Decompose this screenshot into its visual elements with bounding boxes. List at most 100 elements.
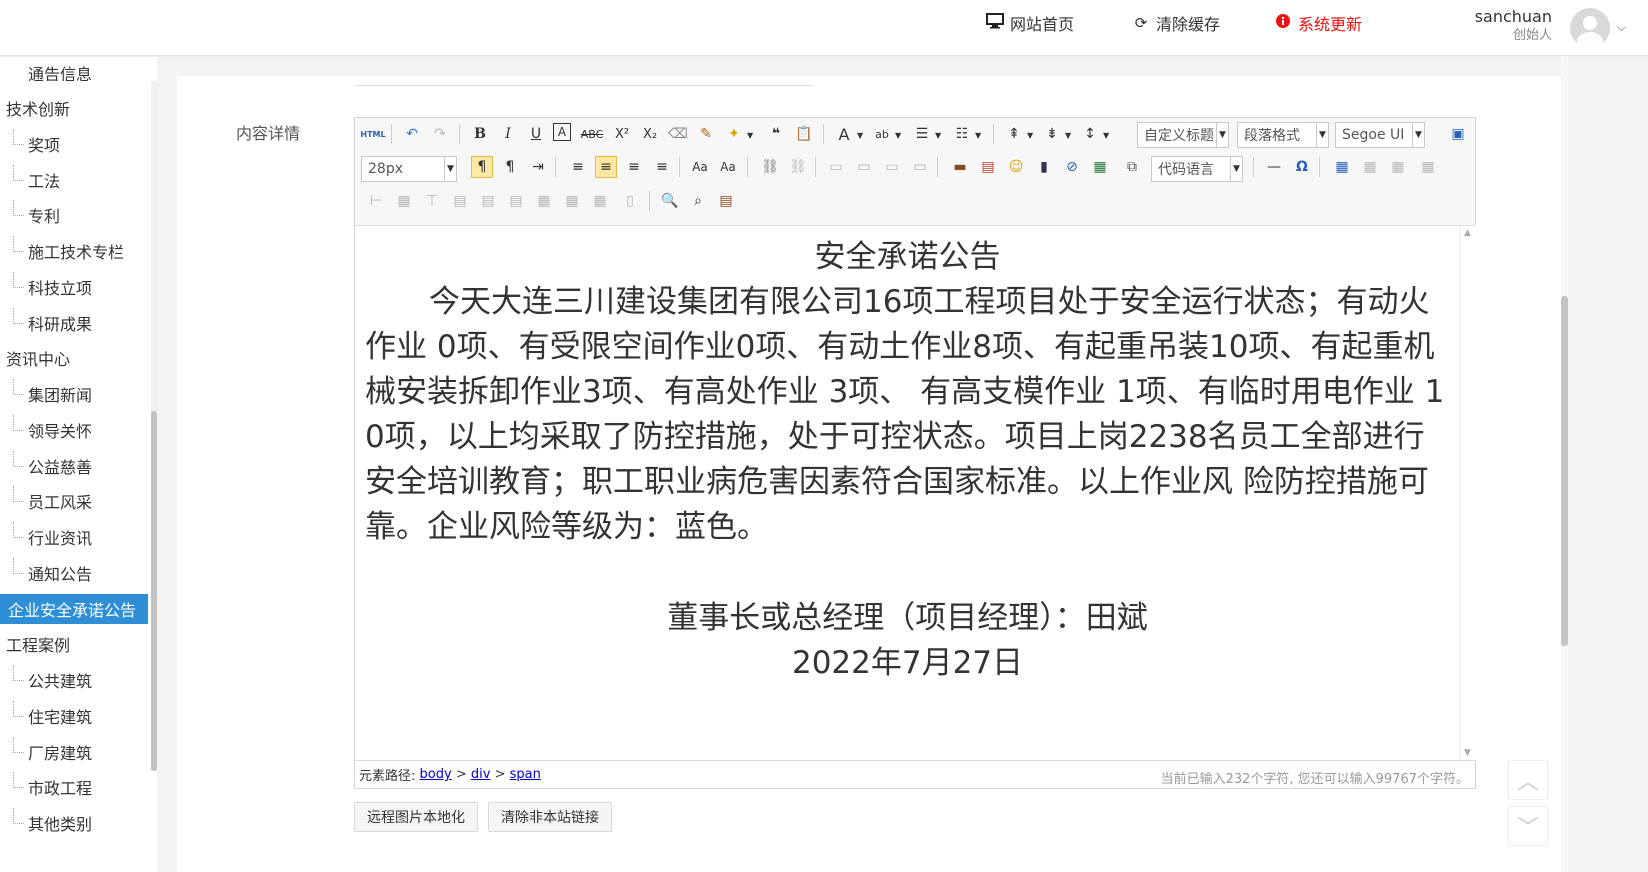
sidebar-item[interactable]: 工法 <box>0 164 148 195</box>
blockquote-icon[interactable]: ❝ <box>765 123 787 145</box>
video-icon[interactable]: ▮ <box>1033 156 1055 178</box>
rtl-direction-icon[interactable]: ¶ <box>499 156 521 178</box>
link-icon[interactable]: ⛓ <box>759 156 781 178</box>
superscript-icon[interactable]: X² <box>611 123 633 145</box>
insert-frame-icon[interactable]: ⧉ <box>1121 156 1143 178</box>
simple-upload-icon[interactable]: ▬ <box>949 156 971 178</box>
sidebar-item[interactable]: 市政工程 <box>0 772 148 802</box>
ltr-direction-icon[interactable]: ¶ <box>471 156 493 178</box>
align-justify-icon[interactable]: ≡ <box>651 156 673 178</box>
editor-scrollbar[interactable]: ▲ ▼ <box>1460 226 1476 760</box>
merge-down-icon[interactable]: ▤ <box>505 190 527 212</box>
sidebar-item[interactable]: 科研成果 <box>0 307 148 338</box>
sidebar-item[interactable]: 施工技术专栏 <box>0 236 148 266</box>
image-center-icon[interactable]: ▭ <box>909 156 931 178</box>
highlight-icon[interactable]: ab <box>871 123 893 145</box>
sidebar-item[interactable]: 奖项 <box>0 128 148 159</box>
chevron-down-icon[interactable]: ⌵ <box>1617 20 1626 35</box>
strikethrough-icon[interactable]: ABC <box>581 123 604 145</box>
sidebar-item[interactable]: 集团新闻 <box>0 379 148 409</box>
sidebar-item[interactable]: 企业安全承诺公告 <box>0 593 148 624</box>
font-family-select[interactable]: Segoe UI ▼ <box>1335 122 1425 148</box>
emoticon-icon[interactable]: ☺ <box>1005 156 1027 178</box>
sidebar-item[interactable]: 其他类别 <box>0 808 148 838</box>
sidebar-item-cut[interactable]: 通告信息 <box>28 61 98 81</box>
path-span-link[interactable]: span <box>510 767 541 782</box>
sidebar-item[interactable]: 厂房建筑 <box>0 736 148 767</box>
split-cols-icon[interactable]: ▦ <box>589 190 611 212</box>
paste-plain-icon[interactable]: 📋 <box>793 123 815 145</box>
map-icon[interactable]: ▦ <box>1089 156 1111 178</box>
auto-format-icon[interactable]: ✦ <box>723 123 745 145</box>
preview-icon[interactable]: 🔍 <box>659 190 681 212</box>
sidebar-item[interactable]: 住宅建筑 <box>0 700 148 731</box>
avatar[interactable] <box>1570 8 1610 48</box>
align-center-icon[interactable]: ≡ <box>595 156 617 178</box>
sidebar-item[interactable]: 公共建筑 <box>0 665 148 695</box>
image-none-icon[interactable]: ▭ <box>825 156 847 178</box>
underline-icon[interactable]: U <box>525 123 547 145</box>
editor-content[interactable]: 安全承诺公告 今天大连三川建设集团有限公司16项工程项目处于安全运行状态；有动火… <box>355 226 1460 760</box>
image-right-icon[interactable]: ▭ <box>881 156 903 178</box>
lowercase-icon[interactable]: Aa <box>717 156 739 178</box>
unordered-list-icon[interactable]: ☷ <box>951 123 973 145</box>
font-border-icon[interactable]: A <box>553 123 571 141</box>
special-chars-icon[interactable]: Ω <box>1291 156 1313 178</box>
uppercase-icon[interactable]: Aa <box>689 156 711 178</box>
delete-col-icon[interactable]: ⊤ <box>421 190 443 212</box>
sidebar-item[interactable]: 科技立项 <box>0 271 148 302</box>
insert-col-icon[interactable]: ▦ <box>393 190 415 212</box>
path-body-link[interactable]: body <box>420 767 452 782</box>
path-div-link[interactable]: div <box>471 767 491 782</box>
font-size-select[interactable]: 28px ▼ <box>361 156 457 182</box>
sidebar-item[interactable]: 员工风采 <box>0 486 148 516</box>
merge-right-icon[interactable]: ▤ <box>477 190 499 212</box>
custom-title-select[interactable]: 自定义标题 ▼ <box>1137 122 1229 148</box>
print-icon[interactable]: ▯ <box>619 190 641 212</box>
scroll-down-icon[interactable]: ﹀ <box>1508 806 1548 846</box>
insert-paragraph-before-table-icon[interactable]: ▦ <box>1387 156 1409 178</box>
image-left-icon[interactable]: ▭ <box>853 156 875 178</box>
italic-icon[interactable]: I <box>497 123 519 145</box>
fullscreen-icon[interactable]: ▣ <box>1447 123 1469 145</box>
code-language-select[interactable]: 代码语言 ▼ <box>1151 156 1243 182</box>
sidebar-item[interactable]: 专利 <box>0 200 148 230</box>
sidebar-item[interactable]: 通知公告 <box>0 557 148 588</box>
scroll-up-icon[interactable]: ︿ <box>1508 760 1548 800</box>
line-height-icon[interactable]: ↕ <box>1079 123 1101 145</box>
sidebar-item[interactable]: 工程案例 <box>0 629 148 659</box>
clear-cache-link[interactable]: ⟳ 清除缓存 <box>1132 12 1220 34</box>
split-cells-icon[interactable]: ▦ <box>533 190 555 212</box>
bold-icon[interactable]: B <box>469 123 491 145</box>
sidebar-item[interactable]: 行业资讯 <box>0 522 148 552</box>
clear-links-button[interactable]: 清除非本站链接 <box>488 802 612 832</box>
sidebar-item[interactable]: 公益慈善 <box>0 450 148 481</box>
search-replace-icon[interactable]: ⌕ <box>687 190 709 212</box>
page-scrollbar[interactable] <box>1561 56 1568 872</box>
merge-cells-icon[interactable]: ▤ <box>449 190 471 212</box>
subscript-icon[interactable]: X₂ <box>639 123 661 145</box>
align-right-icon[interactable]: ≡ <box>623 156 645 178</box>
eraser-icon[interactable]: ⌫ <box>667 123 689 145</box>
unlink-icon[interactable]: ⛓ <box>787 156 809 178</box>
system-update-link[interactable]: 系统更新 <box>1274 12 1362 34</box>
redo-icon[interactable]: ↷ <box>429 123 451 145</box>
sidebar-scrollbar[interactable] <box>151 81 157 771</box>
attachment-icon[interactable]: ⊘ <box>1061 156 1083 178</box>
user-info[interactable]: sanchuan 创始人 <box>1460 6 1552 44</box>
paragraph-spacing-bottom-icon[interactable]: ⇟ <box>1041 123 1063 145</box>
undo-icon[interactable]: ↶ <box>401 123 423 145</box>
rich-text-editor[interactable]: HTML ↶ ↷ B I U A ABC X² X₂ ⌫ ✎ ✦ ▼ ❝ 📋 A… <box>354 117 1476 789</box>
align-left-icon[interactable]: ≡ <box>567 156 589 178</box>
sidebar-item[interactable]: 领导关怀 <box>0 414 148 445</box>
ordered-list-icon[interactable]: ☰ <box>911 123 933 145</box>
sidebar-item[interactable]: 资讯中心 <box>0 343 148 373</box>
insert-table-icon[interactable]: ▦ <box>1331 156 1353 178</box>
paragraph-format-select[interactable]: 段落格式 ▼ <box>1237 122 1329 148</box>
horizontal-rule-icon[interactable]: — <box>1263 156 1285 178</box>
sidebar-item[interactable]: 技术创新 <box>0 93 148 123</box>
split-rows-icon[interactable]: ▦ <box>561 190 583 212</box>
paragraph-spacing-top-icon[interactable]: ⇞ <box>1003 123 1025 145</box>
format-painter-icon[interactable]: ✎ <box>695 123 717 145</box>
insert-image-icon[interactable]: ▤ <box>977 156 999 178</box>
